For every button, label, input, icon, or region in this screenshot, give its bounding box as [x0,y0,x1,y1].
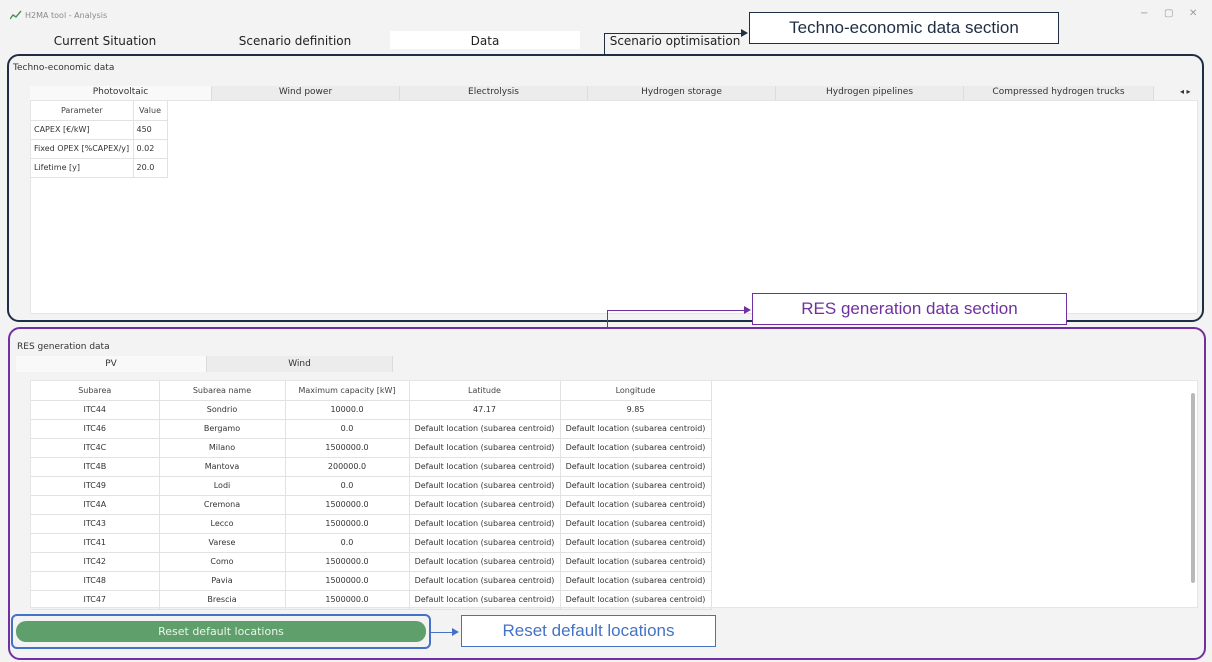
maximize-icon[interactable]: ▢ [1164,8,1173,19]
tab-current-situation[interactable]: Current Situation [10,31,200,49]
reset-button-highlight [11,614,431,649]
app-window: H2MA tool - Analysis − ▢ ✕ Current Situa… [0,0,1212,662]
app-logo-icon [10,10,22,20]
tab-scenario-definition[interactable]: Scenario definition [200,31,390,49]
reset-callout-connector [431,632,453,633]
res-section-highlight [8,327,1206,660]
window-title: H2MA tool - Analysis [25,11,108,20]
techno-callout-connector [604,33,742,34]
techno-callout-label: Techno-economic data section [749,12,1059,44]
reset-callout-arrow-icon [452,628,459,636]
techno-callout-arrow-icon [741,29,748,37]
close-icon[interactable]: ✕ [1189,8,1197,19]
techno-callout-connector [604,33,605,54]
res-callout-label: RES generation data section [752,293,1067,325]
reset-callout-label: Reset default locations [461,615,716,647]
techno-section-highlight [7,54,1204,322]
res-callout-connector [607,310,745,311]
minimize-icon[interactable]: − [1140,8,1148,19]
tab-data[interactable]: Data [390,31,580,49]
res-callout-arrow-icon [744,306,751,314]
res-callout-connector [607,310,608,327]
